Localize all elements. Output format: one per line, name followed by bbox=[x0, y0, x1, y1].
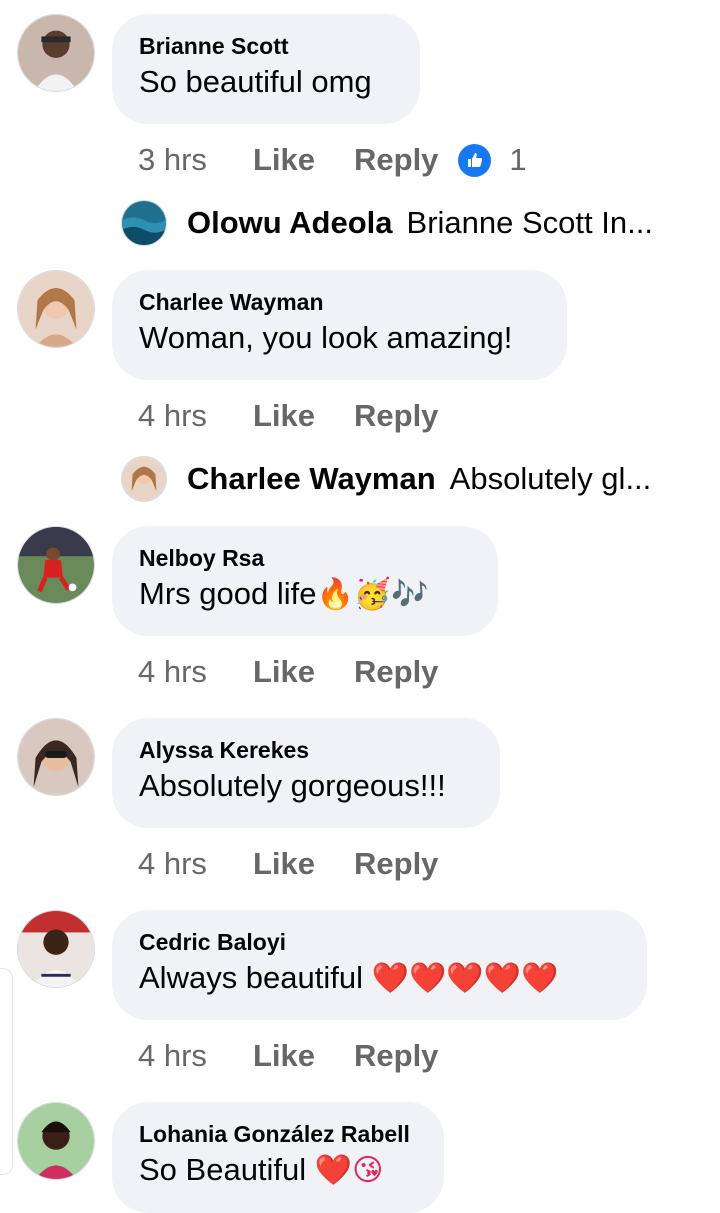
reply-author: Charlee Wayman bbox=[187, 461, 436, 496]
reply-button[interactable]: Reply bbox=[354, 846, 438, 882]
comment-text: Absolutely gorgeous!!! bbox=[139, 768, 446, 803]
comment-bubble: Brianne Scott So beautiful omg bbox=[112, 14, 420, 124]
like-button[interactable]: Like bbox=[253, 142, 354, 178]
comment-bubble: Nelboy Rsa Mrs good life🔥🥳🎶 bbox=[112, 526, 498, 636]
avatar[interactable] bbox=[17, 270, 95, 348]
thumbs-up-icon bbox=[458, 143, 492, 177]
comment-bubble: Alyssa Kerekes Absolutely gorgeous!!! bbox=[112, 718, 500, 828]
comment-author[interactable]: Cedric Baloyi bbox=[139, 928, 619, 956]
avatar[interactable] bbox=[17, 718, 95, 796]
comment-actions: 4 hrs Like Reply bbox=[138, 1036, 438, 1076]
comment-author[interactable]: Charlee Wayman bbox=[139, 288, 539, 316]
comment-actions: 4 hrs Like Reply bbox=[138, 844, 438, 884]
comment-time[interactable]: 4 hrs bbox=[138, 654, 253, 690]
comment-text: So Beautiful ❤️😘 bbox=[139, 1152, 384, 1188]
reply-button[interactable]: Reply bbox=[354, 654, 438, 690]
comment-bubble: Lohania González Rabell So Beautiful ❤️😘 bbox=[112, 1102, 444, 1213]
comment-actions: 3 hrs Like Reply 1 bbox=[138, 140, 527, 180]
comment-emojis: ❤️❤️❤️❤️❤️ bbox=[371, 961, 559, 996]
reply-author: Olowu Adeola bbox=[187, 205, 393, 240]
avatar bbox=[121, 456, 167, 502]
reply-text: Brianne Scott In... bbox=[406, 205, 653, 240]
comment-text: So beautiful omg bbox=[139, 64, 372, 99]
comment-text: Woman, you look amazing! bbox=[139, 320, 513, 355]
reply-text: Absolutely gl... bbox=[449, 461, 652, 496]
comment-time[interactable]: 4 hrs bbox=[138, 1038, 253, 1074]
comment-actions: 4 hrs Like Reply bbox=[138, 652, 438, 692]
reply-preview[interactable]: Olowu Adeola Brianne Scott In... bbox=[121, 200, 691, 246]
like-button[interactable]: Like bbox=[253, 398, 354, 434]
comment-time[interactable]: 4 hrs bbox=[138, 398, 253, 434]
comment-time[interactable]: 4 hrs bbox=[138, 846, 253, 882]
comment-bubble: Cedric Baloyi Always beautiful ❤️❤️❤️❤️❤… bbox=[112, 910, 647, 1020]
reply-preview[interactable]: Charlee Wayman Absolutely gl... bbox=[121, 456, 691, 502]
comment-text: Mrs good life🔥🥳🎶 bbox=[139, 576, 429, 612]
reply-button[interactable]: Reply bbox=[354, 1038, 438, 1074]
like-button[interactable]: Like bbox=[253, 1038, 354, 1074]
avatar[interactable] bbox=[17, 14, 95, 92]
comment-emojis: 🔥🥳🎶 bbox=[316, 577, 429, 612]
comment-text: Always beautiful ❤️❤️❤️❤️❤️ bbox=[139, 960, 559, 996]
comment-author[interactable]: Nelboy Rsa bbox=[139, 544, 470, 572]
avatar bbox=[121, 200, 167, 246]
reply-button[interactable]: Reply bbox=[354, 142, 438, 178]
reaction-summary[interactable]: 1 bbox=[458, 142, 527, 178]
avatar[interactable] bbox=[17, 910, 95, 988]
comment-actions: 4 hrs Like Reply bbox=[138, 396, 438, 436]
comment-author[interactable]: Brianne Scott bbox=[139, 32, 392, 60]
avatar[interactable] bbox=[17, 526, 95, 604]
comment-emojis: ❤️😘 bbox=[314, 1153, 384, 1188]
avatar[interactable] bbox=[17, 1102, 95, 1180]
reaction-count: 1 bbox=[509, 142, 527, 177]
comment-bubble: Charlee Wayman Woman, you look amazing! bbox=[112, 270, 567, 380]
comment-time[interactable]: 3 hrs bbox=[138, 142, 253, 178]
scroll-edge bbox=[0, 968, 13, 1175]
like-button[interactable]: Like bbox=[253, 654, 354, 690]
like-button[interactable]: Like bbox=[253, 846, 354, 882]
comment-author[interactable]: Lohania González Rabell bbox=[139, 1120, 416, 1148]
comment-author[interactable]: Alyssa Kerekes bbox=[139, 736, 472, 764]
reply-button[interactable]: Reply bbox=[354, 398, 438, 434]
